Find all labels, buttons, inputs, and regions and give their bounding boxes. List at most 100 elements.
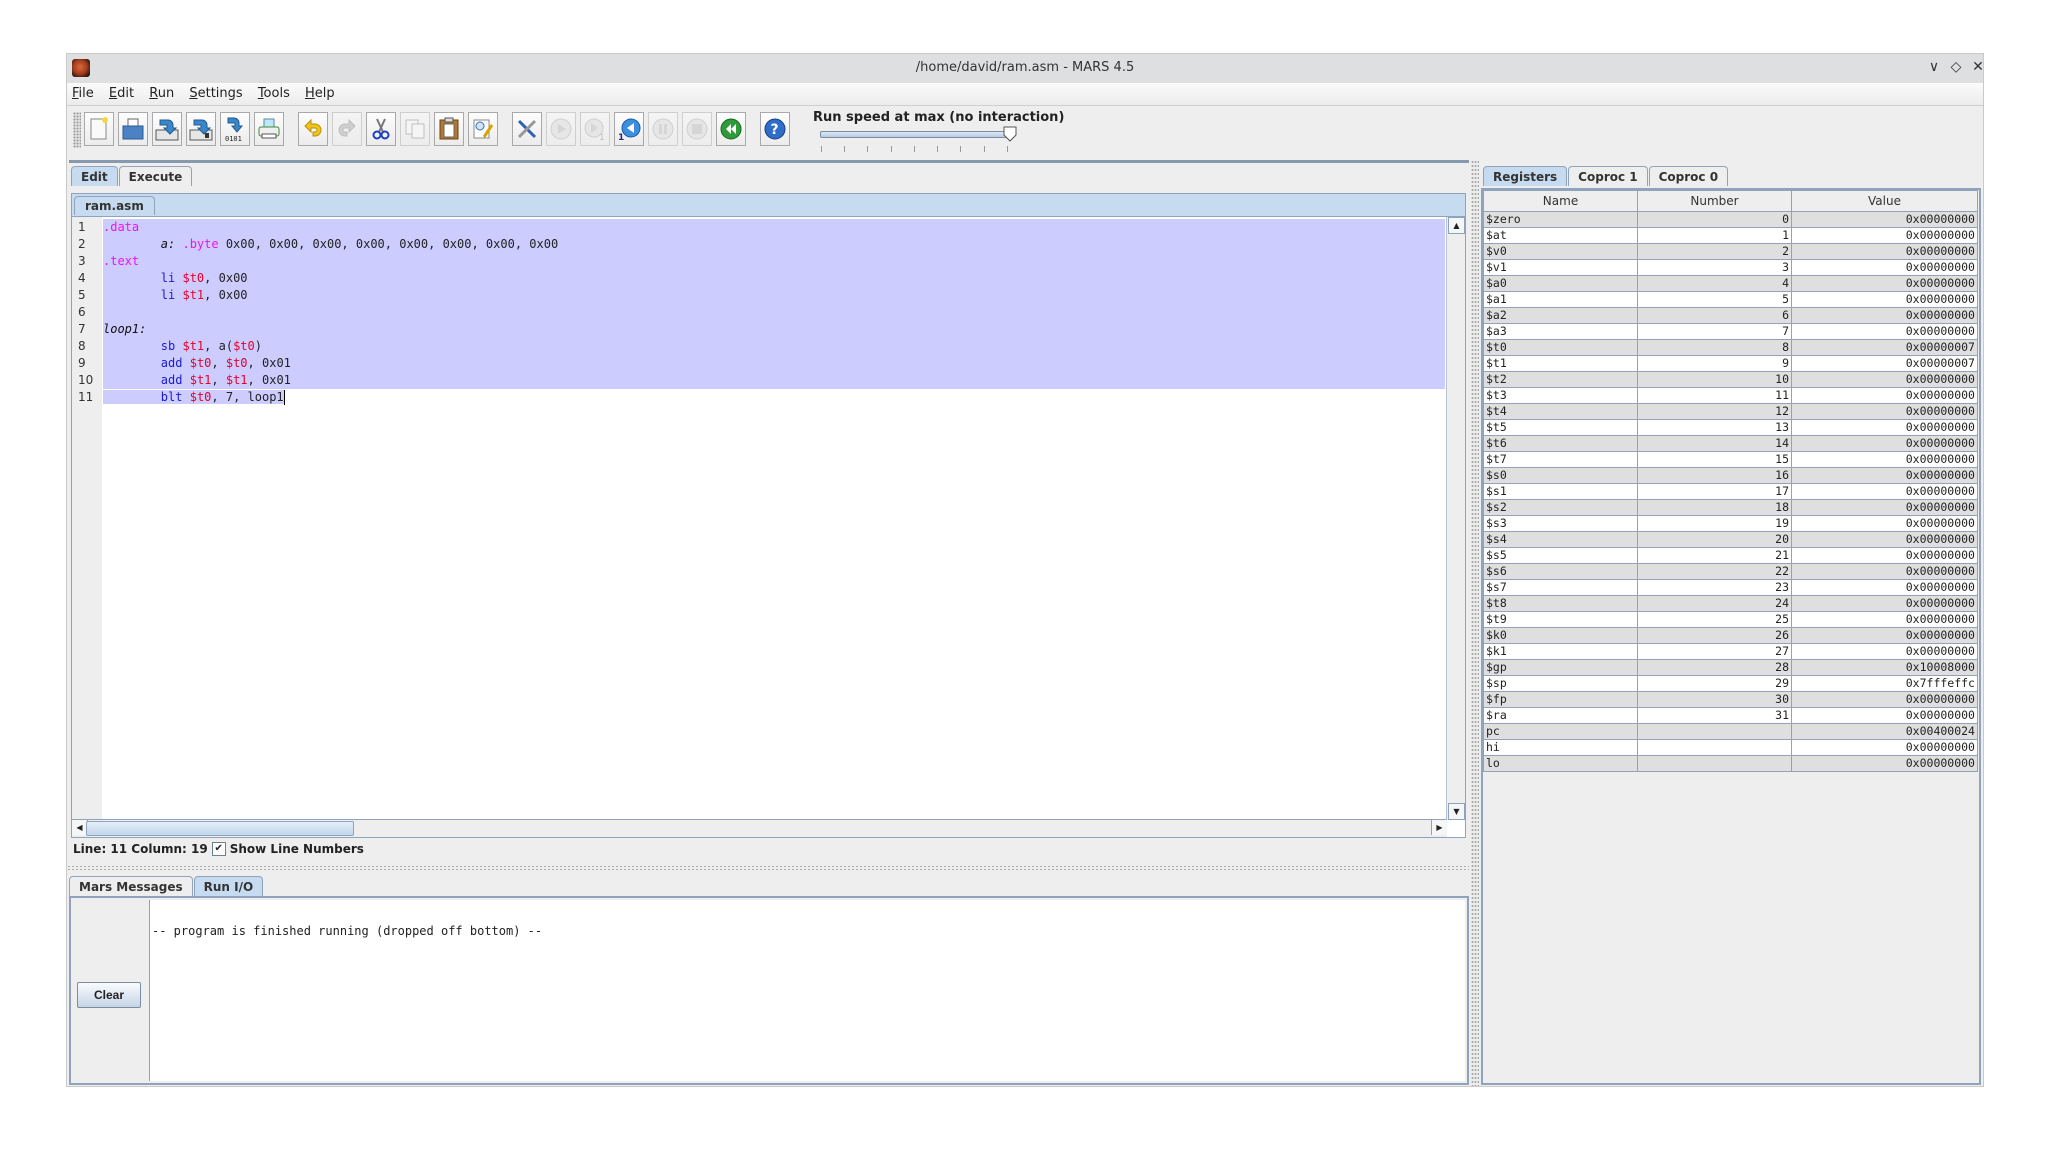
menu-run[interactable]: Run [144,83,180,101]
code-line[interactable] [103,304,1445,321]
register-value[interactable]: 0x00000000 [1791,563,1978,580]
code-line[interactable]: .text [103,253,1445,270]
register-value[interactable]: 0x00000000 [1791,451,1978,468]
register-row[interactable]: $zero 0 0x00000000 [1483,211,1978,228]
register-row[interactable]: $v0 2 0x00000000 [1483,243,1978,260]
reset-button[interactable] [716,112,746,146]
code-line[interactable]: sb $t1, a($t0) [103,338,1445,355]
register-value[interactable]: 0x00000000 [1791,323,1978,340]
undo-button[interactable] [298,112,328,146]
register-row[interactable]: $t4 12 0x00000000 [1483,403,1978,420]
register-row[interactable]: $sp 29 0x7fffeffc [1483,675,1978,692]
run-speed-slider-thumb[interactable] [1003,126,1017,142]
code-line[interactable]: li $t0, 0x00 [103,270,1445,287]
register-row[interactable]: $t3 11 0x00000000 [1483,387,1978,404]
menu-file[interactable]: File [67,83,100,101]
register-row[interactable]: $t0 8 0x00000007 [1483,339,1978,356]
code-line[interactable]: loop1: [103,321,1445,338]
maximize-icon[interactable]: ◇ [1947,59,1965,75]
register-row[interactable]: $k0 26 0x00000000 [1483,627,1978,644]
register-value[interactable]: 0x00400024 [1791,723,1978,740]
register-value[interactable]: 0x00000000 [1791,483,1978,500]
run-io-output[interactable]: -- program is finished running (dropped … [149,900,1465,1081]
register-value[interactable]: 0x00000000 [1791,579,1978,596]
register-value[interactable]: 0x00000000 [1791,739,1978,756]
register-value[interactable]: 0x00000000 [1791,291,1978,308]
register-value[interactable]: 0x00000000 [1791,531,1978,548]
toolbar-grip[interactable] [73,112,81,148]
register-row[interactable]: $s3 19 0x00000000 [1483,515,1978,532]
register-row[interactable]: $k1 27 0x00000000 [1483,643,1978,660]
register-value[interactable]: 0x00000000 [1791,643,1978,660]
save-as-button[interactable] [186,112,216,146]
scroll-right-icon[interactable]: ▶ [1431,820,1447,835]
register-row[interactable]: $gp 28 0x10008000 [1483,659,1978,676]
register-row[interactable]: $t2 10 0x00000000 [1483,371,1978,388]
close-icon[interactable]: ✕ [1969,59,1987,75]
horizontal-scroll-thumb[interactable] [86,821,354,836]
code-line[interactable]: .data [103,219,1445,236]
register-row[interactable]: $ra 31 0x00000000 [1483,707,1978,724]
stop-button[interactable] [682,112,712,146]
register-row[interactable]: $t7 15 0x00000000 [1483,451,1978,468]
register-value[interactable]: 0x00000000 [1791,403,1978,420]
assemble-button[interactable] [512,112,542,146]
register-row[interactable]: $t9 25 0x00000000 [1483,611,1978,628]
column-header-value[interactable]: Value [1791,190,1978,212]
register-value[interactable]: 0x00000000 [1791,211,1978,228]
run-speed-slider[interactable] [820,131,1009,138]
register-row[interactable]: $s6 22 0x00000000 [1483,563,1978,580]
register-value[interactable]: 0x00000000 [1791,691,1978,708]
tab-registers[interactable]: Registers [1483,166,1568,186]
register-value[interactable]: 0x00000000 [1791,227,1978,244]
register-value[interactable]: 0x00000000 [1791,515,1978,532]
vertical-scrollbar[interactable]: ▲ ▼ [1446,217,1465,820]
pause-button[interactable] [648,112,678,146]
tab-coproc-1[interactable]: Coproc 1 [1568,166,1648,186]
register-value[interactable]: 0x00000000 [1791,611,1978,628]
register-row[interactable]: $a1 5 0x00000000 [1483,291,1978,308]
register-value[interactable]: 0x00000000 [1791,435,1978,452]
register-value[interactable]: 0x00000000 [1791,275,1978,292]
register-value[interactable]: 0x00000000 [1791,259,1978,276]
find-replace-button[interactable] [468,112,498,146]
horizontal-scrollbar[interactable]: ◀ ▶ [72,819,1447,837]
redo-button[interactable] [332,112,362,146]
register-row[interactable]: $a0 4 0x00000000 [1483,275,1978,292]
code-line[interactable]: a: .byte 0x00, 0x00, 0x00, 0x00, 0x00, 0… [103,236,1445,253]
register-value[interactable]: 0x7fffeffc [1791,675,1978,692]
register-row[interactable]: $v1 3 0x00000000 [1483,259,1978,276]
scroll-up-icon[interactable]: ▲ [1448,217,1465,234]
register-value[interactable]: 0x00000000 [1791,467,1978,484]
code-line[interactable]: li $t1, 0x00 [103,287,1445,304]
menu-edit[interactable]: Edit [104,83,140,101]
new-file-button[interactable] [84,112,114,146]
backstep-button[interactable]: 1 [614,112,644,146]
register-row[interactable]: $t5 13 0x00000000 [1483,419,1978,436]
paste-button[interactable] [434,112,464,146]
tab-run-io[interactable]: Run I/O [193,876,264,896]
menu-help[interactable]: Help [300,83,341,101]
register-value[interactable]: 0x00000000 [1791,627,1978,644]
copy-button[interactable] [400,112,430,146]
cut-button[interactable] [366,112,396,146]
register-value[interactable]: 0x00000000 [1791,307,1978,324]
register-value[interactable]: 0x00000007 [1791,339,1978,356]
register-row[interactable]: $a3 7 0x00000000 [1483,323,1978,340]
tab-mars-messages[interactable]: Mars Messages [69,876,193,896]
register-row[interactable]: lo 0x00000000 [1483,755,1978,772]
column-header-number[interactable]: Number [1637,190,1792,212]
register-row[interactable]: $t6 14 0x00000000 [1483,435,1978,452]
column-header-name[interactable]: Name [1483,190,1638,212]
register-row[interactable]: $s5 21 0x00000000 [1483,547,1978,564]
register-value[interactable]: 0x10008000 [1791,659,1978,676]
dump-memory-button[interactable]: 0101 [220,112,250,146]
save-button[interactable] [152,112,182,146]
horizontal-splitter[interactable] [67,865,1469,871]
register-value[interactable]: 0x00000000 [1791,547,1978,564]
menu-tools[interactable]: Tools [253,83,296,101]
register-value[interactable]: 0x00000000 [1791,595,1978,612]
tab-edit[interactable]: Edit [71,166,118,186]
minimize-icon[interactable]: ∨ [1925,59,1943,75]
register-row[interactable]: $s7 23 0x00000000 [1483,579,1978,596]
